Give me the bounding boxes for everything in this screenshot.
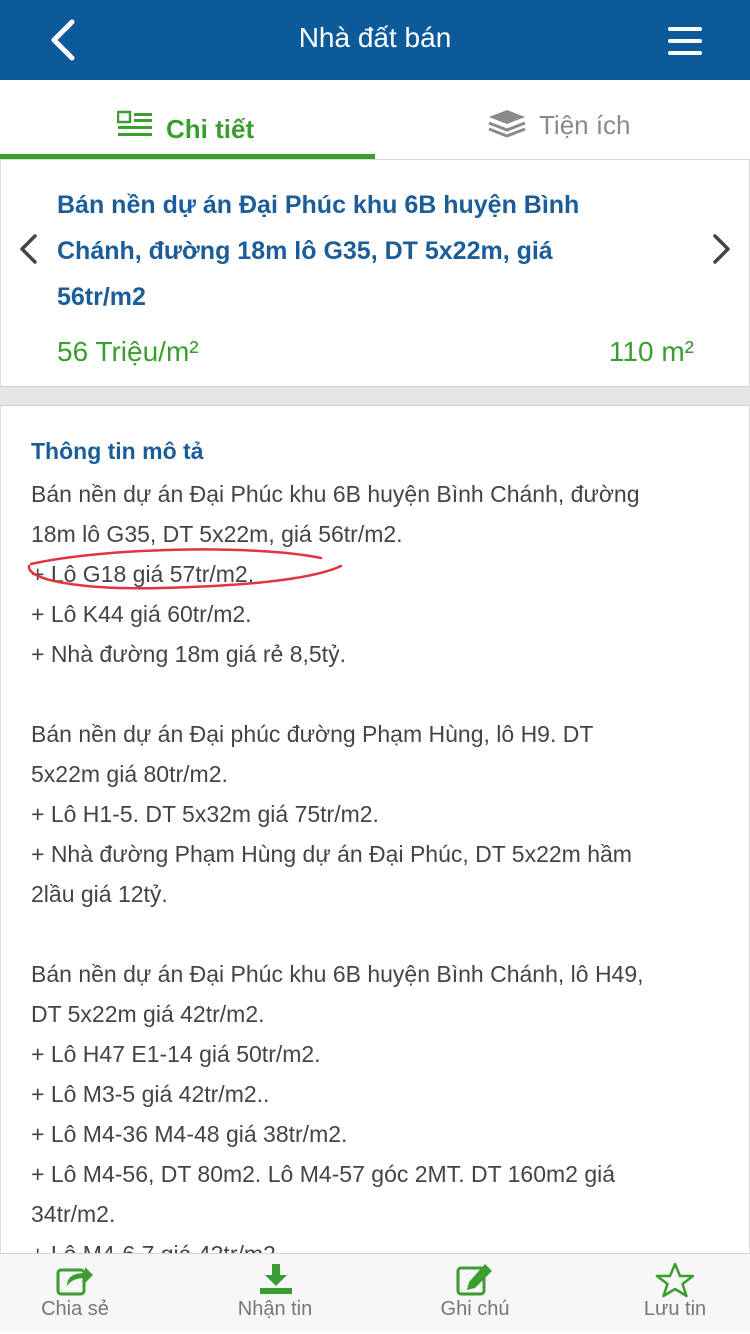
description-line: + Lô M3-5 giá 42tr/m2.. xyxy=(31,1081,270,1107)
description-line: Bán nền dự án Đại Phúc khu 6B huyện Bình… xyxy=(31,961,644,987)
listing-summary: Bán nền dự án Đại Phúc khu 6B huyện Bình… xyxy=(0,160,750,386)
save-listing-label: Lưu tin xyxy=(643,1298,707,1320)
description-line: + Lô H47 E1-14 giá 50tr/m2. xyxy=(31,1041,321,1067)
subscribe-button[interactable]: Nhận tin xyxy=(200,1254,350,1334)
description-line xyxy=(31,674,731,714)
share-button[interactable]: Chia sẻ xyxy=(0,1254,150,1334)
tab-utilities[interactable]: Tiện ích xyxy=(375,80,750,160)
chevron-left-icon xyxy=(20,234,37,264)
menu-button[interactable] xyxy=(666,24,706,58)
share-label: Chia sẻ xyxy=(41,1298,109,1320)
description-line: + Lô M4-36 M4-48 giá 38tr/m2. xyxy=(31,1121,348,1147)
description-section: Thông tin mô tả Bán nền dự án Đại Phúc k… xyxy=(0,406,750,1253)
save-listing-button[interactable]: Lưu tin xyxy=(600,1254,750,1334)
note-label: Ghi chú xyxy=(440,1298,510,1320)
tab-utilities-label: Tiện ích xyxy=(539,110,631,140)
listing-price: 56 Triệu/m² xyxy=(57,336,199,367)
description-line: + Lô K44 giá 60tr/m2. xyxy=(31,601,252,627)
bottom-action-bar: Chia sẻ Nhận tin Ghi chú Lưu tin xyxy=(0,1253,750,1333)
description-line: Bán nền dự án Đại Phúc khu 6B huyện Bình… xyxy=(31,481,640,507)
tab-details-label: Chi tiết xyxy=(166,114,255,144)
description-line: 2lầu giá 12tỷ. xyxy=(31,881,168,907)
listing-title-line: Bán nền dự án Đại Phúc khu 6B huyện Bình xyxy=(57,191,580,219)
subscribe-label: Nhận tin xyxy=(237,1298,313,1320)
listing-area: 110 m² xyxy=(608,336,694,367)
chevron-right-icon xyxy=(713,234,730,264)
tab-bar: Chi tiết Tiện ích xyxy=(0,80,750,160)
section-separator xyxy=(0,386,750,406)
description-line: DT 5x22m giá 42tr/m2. xyxy=(31,1001,265,1027)
next-listing-button[interactable] xyxy=(707,232,735,266)
share-icon xyxy=(56,1267,93,1296)
description-line: Bán nền dự án Đại phúc đường Phạm Hùng, … xyxy=(31,721,594,747)
description-line xyxy=(31,914,731,954)
description-line: + Nhà đường Phạm Hùng dự án Đại Phúc, DT… xyxy=(31,841,632,867)
star-icon xyxy=(655,1262,695,1298)
description-line: 34tr/m2. xyxy=(31,1201,116,1227)
hamburger-menu-icon xyxy=(668,27,702,55)
app-header: Nhà đất bán xyxy=(0,0,750,80)
prev-listing-button[interactable] xyxy=(15,232,43,266)
list-icon xyxy=(117,110,152,136)
download-icon xyxy=(260,1264,292,1294)
description-line: 5x22m giá 80tr/m2. xyxy=(31,761,228,787)
tab-details[interactable]: Chi tiết xyxy=(0,80,375,160)
layers-icon xyxy=(488,110,526,138)
listing-title: Bán nền dự án Đại Phúc khu 6B huyện Bình… xyxy=(57,182,657,320)
red-pen-annotation xyxy=(27,548,343,590)
edit-note-icon xyxy=(456,1264,492,1296)
description-line: + Lô H1-5. DT 5x32m giá 75tr/m2. xyxy=(31,801,379,827)
description-line: + Lô M4-6,7 giá 42tr/m2. xyxy=(31,1234,731,1253)
note-button[interactable]: Ghi chú xyxy=(400,1254,550,1334)
description-line: + Nhà đường 18m giá rẻ 8,5tỷ. xyxy=(31,641,346,667)
description-title: Thông tin mô tả xyxy=(31,438,204,464)
page-title: Nhà đất bán xyxy=(298,22,452,53)
description-line: + Lô M4-56, DT 80m2. Lô M4-57 góc 2MT. D… xyxy=(31,1161,616,1187)
listing-title-line: 56tr/m2 xyxy=(57,283,146,311)
listing-title-line: Chánh, đường 18m lô G35, DT 5x22m, giá xyxy=(57,237,553,265)
